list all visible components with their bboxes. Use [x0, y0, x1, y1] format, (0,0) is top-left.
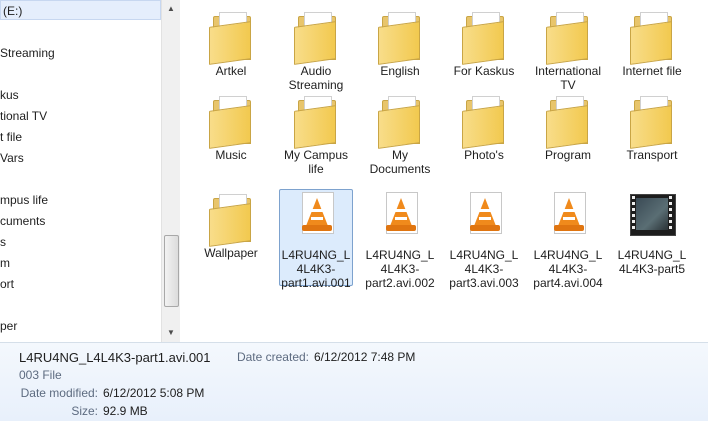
nav-item-transport[interactable]: ort	[0, 277, 14, 291]
scrollbar-thumb[interactable]	[164, 235, 179, 307]
folder-icon	[207, 90, 255, 149]
folder-item[interactable]: Artkel	[194, 6, 268, 78]
item-label: Artkel	[215, 64, 247, 78]
folder-icon	[628, 90, 676, 149]
folder-icon	[460, 6, 508, 65]
nav-item-program[interactable]: m	[0, 256, 10, 270]
folder-item[interactable]: Music	[194, 90, 268, 162]
size-label: Size:	[71, 404, 98, 418]
folder-item[interactable]: Internet file	[615, 6, 689, 78]
item-label: L4RU4NG_L4L4K3-part3.avi.003	[449, 248, 519, 290]
item-label: L4RU4NG_L4L4K3-part1.avi.001	[281, 248, 351, 290]
date-modified-label: Date modified:	[20, 386, 98, 400]
item-label: Wallpaper	[204, 246, 258, 260]
folder-icon	[460, 90, 508, 149]
folder-icon	[292, 90, 340, 149]
folder-icon	[628, 6, 676, 65]
nav-item-my-campus-life[interactable]: mpus life	[0, 193, 48, 207]
nav-item-wallpaper[interactable]: per	[0, 319, 17, 333]
file-list: Artkel Audio Streaming English For Kasku…	[181, 0, 708, 342]
folder-item[interactable]: International TV	[531, 6, 605, 92]
folder-icon	[544, 6, 592, 65]
file-item[interactable]: L4RU4NG_L4L4K3-part2.avi.002	[363, 190, 437, 290]
date-modified-value: 6/12/2012 5:08 PM	[103, 386, 205, 400]
folder-item[interactable]: English	[363, 6, 437, 78]
date-created-value: 6/12/2012 7:48 PM	[314, 350, 416, 364]
nav-item-audio-streaming[interactable]: Streaming	[0, 46, 55, 60]
item-label: L4RU4NG_L4L4K3-part2.avi.002	[365, 248, 435, 290]
video-thumbnail-icon	[628, 190, 676, 246]
item-label: My Campus life	[283, 148, 348, 176]
details-pane: L4RU4NG_L4L4K3-part1.avi.001 003 File Da…	[0, 342, 708, 421]
nav-item-for-kaskus[interactable]: kus	[0, 88, 19, 102]
item-label: Photo's	[464, 148, 504, 162]
vlc-file-icon	[376, 190, 424, 246]
file-item[interactable]: L4RU4NG_L4L4K3-part4.avi.004	[531, 190, 605, 290]
folder-item[interactable]: My Documents	[363, 90, 437, 176]
item-label: For Kaskus	[453, 64, 515, 78]
folder-item[interactable]: Transport	[615, 90, 689, 162]
item-label: Transport	[626, 148, 678, 162]
file-item[interactable]: L4RU4NG_L4L4K3-part3.avi.003	[447, 190, 521, 290]
vlc-file-icon	[544, 190, 592, 246]
folder-item[interactable]: Program	[531, 90, 605, 162]
item-label: Internet file	[622, 64, 682, 78]
scroll-up-icon[interactable]: ▲	[163, 1, 179, 17]
item-label: L4RU4NG_L4L4K3-part5	[617, 248, 687, 276]
folder-item[interactable]: Audio Streaming	[279, 6, 353, 92]
nav-item-my-documents[interactable]: cuments	[0, 214, 45, 228]
item-label: Program	[544, 148, 591, 162]
nav-item-internet-file[interactable]: t file	[0, 130, 22, 144]
folder-icon	[207, 6, 255, 65]
file-item[interactable]: L4RU4NG_L4L4K3-part5	[615, 190, 689, 276]
folder-icon	[544, 90, 592, 149]
date-created-label: Date created:	[236, 350, 309, 364]
item-label: L4RU4NG_L4L4K3-part4.avi.004	[533, 248, 603, 290]
nav-item-international-tv[interactable]: tional TV	[0, 109, 47, 123]
item-label: International TV	[534, 64, 602, 92]
details-file-type: 003 File	[19, 368, 62, 382]
folder-item[interactable]: For Kaskus	[447, 6, 521, 78]
item-label: Music	[215, 148, 247, 162]
nav-item-wars[interactable]: Vars	[0, 151, 24, 165]
folder-item[interactable]: Wallpaper	[194, 188, 268, 260]
file-item-selected[interactable]: L4RU4NG_L4L4K3-part1.avi.001	[279, 189, 353, 290]
nav-item-drive-e[interactable]: (E:)	[0, 0, 161, 20]
details-file-name: L4RU4NG_L4L4K3-part1.avi.001	[19, 350, 211, 365]
folder-item[interactable]: Photo's	[447, 90, 521, 162]
folder-icon	[376, 6, 424, 65]
nav-item-label: (E:)	[3, 4, 23, 18]
nav-item-photos[interactable]: s	[0, 235, 6, 249]
nav-scrollbar[interactable]: ▲ ▼	[161, 0, 180, 342]
vlc-file-icon	[460, 190, 508, 246]
item-label: Audio Streaming	[288, 64, 344, 92]
folder-icon	[376, 90, 424, 149]
folder-item[interactable]: My Campus life	[279, 90, 353, 176]
navigation-pane: (E:) Streaming kus tional TV t file Vars…	[0, 0, 180, 342]
vlc-file-icon	[292, 190, 340, 246]
item-label: My Documents	[369, 148, 431, 176]
folder-icon	[292, 6, 340, 65]
item-label: English	[380, 64, 420, 78]
size-value: 92.9 MB	[103, 404, 148, 418]
folder-icon	[207, 188, 255, 247]
scroll-down-icon[interactable]: ▼	[163, 325, 179, 341]
